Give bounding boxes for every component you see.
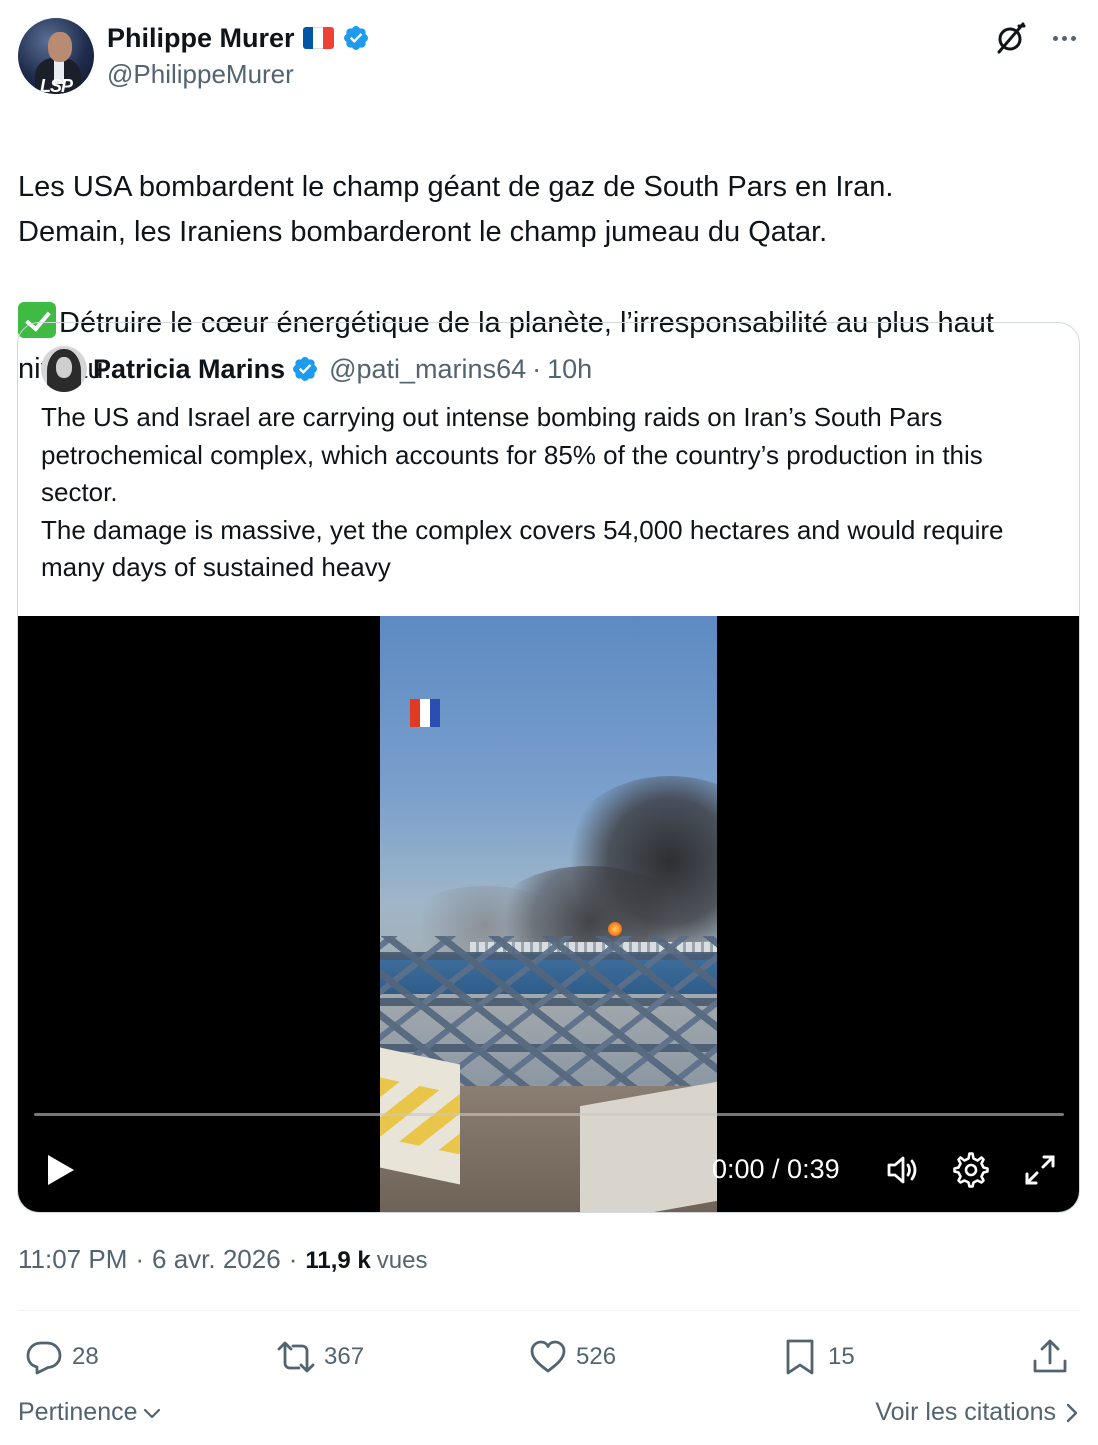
quoted-verified-badge-icon — [293, 357, 318, 381]
view-quotes-label: Voir les citations — [875, 1398, 1056, 1426]
share-button[interactable] — [1030, 1335, 1070, 1379]
france-flag-icon — [302, 27, 334, 49]
meta-separator: · — [135, 1244, 145, 1274]
reply-button[interactable]: 28 — [24, 1335, 99, 1379]
settings-gear-icon[interactable] — [952, 1151, 990, 1189]
play-icon[interactable] — [46, 1153, 76, 1187]
author-avatar[interactable]: LSP — [18, 18, 94, 94]
post-meta: 11:07 PM · 6 avr. 2026 · 11,9 k vues — [18, 1244, 427, 1275]
avatar-badge: LSP — [40, 76, 73, 94]
fullscreen-expand-icon[interactable] — [1021, 1151, 1059, 1189]
more-options-icon[interactable] — [1046, 20, 1082, 56]
post-date[interactable]: 6 avr. 2026 — [152, 1244, 281, 1275]
quoted-author-handle: @pati_marins64 — [329, 353, 527, 384]
meta-separator-2: · — [288, 1244, 298, 1274]
quoted-author-row: Patricia Marins @pati_marins64 · 10h — [93, 352, 592, 386]
heart-icon — [530, 1340, 566, 1373]
quoted-author-avatar[interactable] — [41, 346, 87, 392]
views-label: vues — [376, 1247, 428, 1274]
post-time[interactable]: 11:07 PM — [18, 1244, 127, 1275]
reply-icon — [26, 1341, 62, 1375]
views-count: 11,9 k — [305, 1247, 371, 1274]
sort-label: Pertinence — [18, 1398, 138, 1426]
replies-footer: Pertinence Voir les citations — [18, 1398, 1080, 1434]
quoted-post-age: 10h — [547, 353, 593, 384]
video-progress-bar[interactable] — [34, 1113, 1064, 1116]
video-frame — [380, 616, 717, 1212]
action-bar: 28 367 526 15 — [18, 1335, 1080, 1379]
post-text-main: Les USA bombardent le champ géant de gaz… — [18, 170, 894, 249]
bookmark-count: 15 — [828, 1343, 855, 1370]
reply-count: 28 — [72, 1343, 99, 1370]
quoted-post[interactable]: Patricia Marins @pati_marins64 · 10h The… — [17, 322, 1080, 1213]
repost-count: 367 — [324, 1343, 365, 1370]
view-quotes-link[interactable]: Voir les citations — [875, 1398, 1080, 1427]
video-player[interactable]: 0:00 / 0:39 — [18, 616, 1079, 1212]
repost-icon — [277, 1341, 315, 1373]
chevron-right-icon — [1066, 1403, 1078, 1422]
repost-button[interactable]: 367 — [276, 1335, 364, 1379]
author-name[interactable]: Philippe Murer — [107, 23, 295, 54]
bookmark-button[interactable]: 15 — [780, 1335, 855, 1379]
video-flag-overlay-icon — [410, 699, 440, 727]
chevron-down-icon — [143, 1408, 160, 1418]
author-handle[interactable]: @PhilippeMurer — [107, 59, 294, 90]
author-name-row: Philippe Murer — [107, 20, 370, 56]
verified-badge-icon[interactable] — [342, 24, 370, 52]
sort-dropdown[interactable]: Pertinence — [18, 1398, 162, 1427]
video-time: 0:00 / 0:39 — [712, 1154, 840, 1184]
like-button[interactable]: 526 — [528, 1335, 616, 1379]
volume-icon[interactable] — [884, 1151, 922, 1189]
grok-icon[interactable] — [993, 20, 1029, 56]
share-icon — [1033, 1339, 1067, 1373]
post-header: LSP Philippe Murer @PhilippeMurer — [18, 18, 1080, 96]
dot-separator: · — [532, 353, 542, 384]
quoted-author-name[interactable]: Patricia Marins — [93, 354, 285, 385]
like-count: 526 — [576, 1343, 617, 1370]
quoted-post-text: The US and Israel are carrying out inten… — [41, 402, 1004, 582]
divider — [18, 1310, 1080, 1311]
bookmark-icon — [786, 1339, 814, 1375]
